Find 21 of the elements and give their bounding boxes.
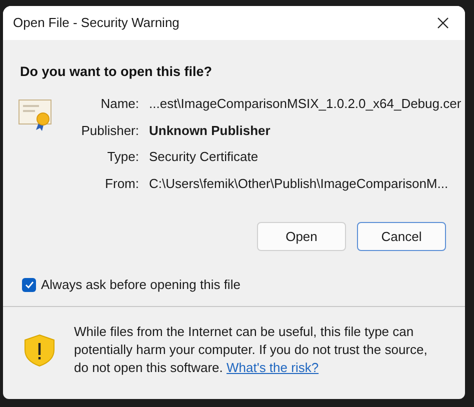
warning-message: While files from the Internet can be useful, this file type can potentially harm your computer. If you do not trust the source, do not open this software. What's the risk? — [74, 322, 428, 377]
check-icon — [24, 281, 34, 289]
field-label: Type: — [106, 148, 139, 166]
checkbox[interactable] — [22, 278, 36, 292]
close-button[interactable] — [435, 15, 451, 31]
warning-shield-icon — [24, 334, 55, 368]
dialog-button[interactable]: Cancel — [357, 222, 446, 252]
field-value: ...est\ImageComparisonMSIX_1.0.2.0_x64_Debug.cer — [149, 95, 462, 114]
dialog-button[interactable]: Open — [257, 222, 346, 252]
field-value: Unknown Publisher — [149, 122, 272, 140]
field-label: Name: — [100, 95, 139, 114]
risk-link[interactable]: What's the risk? — [226, 360, 319, 375]
window-title: Open File - Security Warning — [13, 14, 180, 32]
close-icon — [437, 17, 449, 29]
checkbox-label: Always ask before opening this file — [41, 276, 240, 294]
field-label: From: — [104, 174, 139, 193]
certificate-icon — [18, 98, 54, 132]
field-value: Security Certificate — [149, 148, 260, 166]
field-value: C:\Users\femik\Other\Publish\ImageComparisonM... — [149, 174, 450, 193]
dialog-question: Do you want to open this file? — [20, 63, 213, 81]
field-label: Publisher: — [80, 122, 139, 140]
